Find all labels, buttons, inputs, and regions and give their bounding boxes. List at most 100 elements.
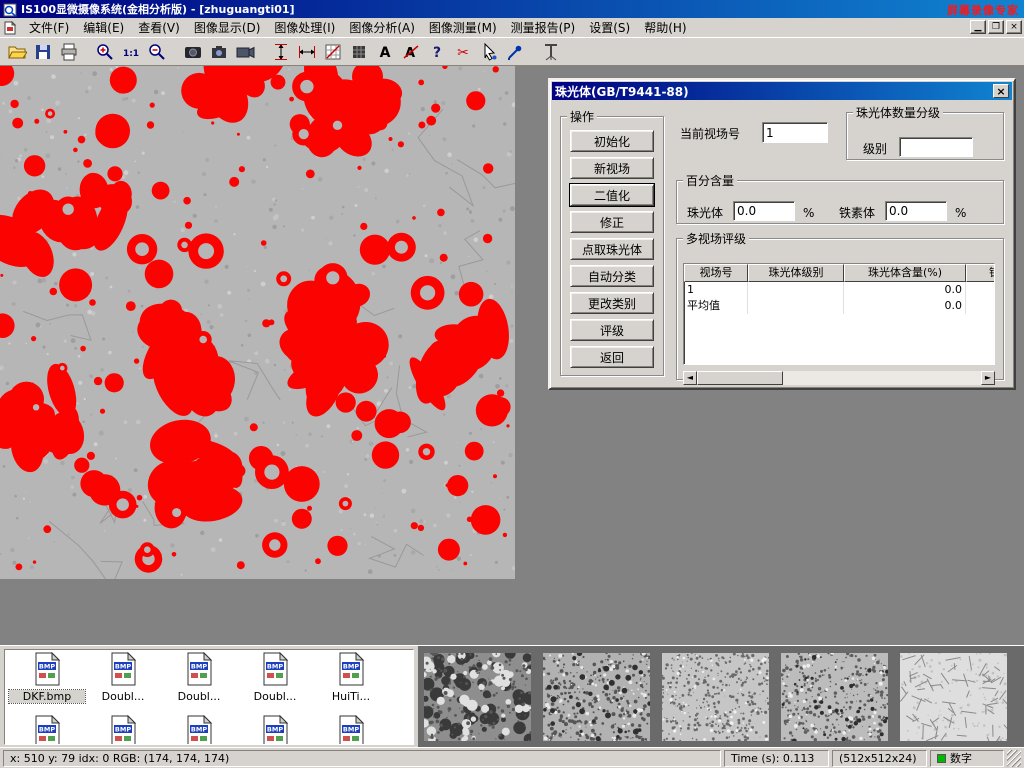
dialog-button-new-field[interactable]: 新视场 (570, 157, 654, 179)
camera-icon (235, 42, 255, 62)
dialog-button-change-class[interactable]: 更改类别 (570, 292, 654, 314)
menu-settings[interactable]: 设置(S) (582, 17, 637, 38)
pearlite-percent-input[interactable] (733, 201, 795, 221)
grade-label: 级别 (863, 139, 887, 159)
toolbar-camera-button[interactable] (232, 40, 257, 64)
menu-image-analysis[interactable]: 图像分析(A) (342, 17, 422, 38)
table-cell: 0.0 (844, 298, 966, 314)
grade-input[interactable] (899, 137, 973, 157)
toolbar-print-button[interactable] (56, 40, 81, 64)
svg-text:BMP: BMP (343, 726, 359, 734)
table-horizontal-scrollbar[interactable]: ◄ ► (683, 371, 995, 385)
menu-measure-report[interactable]: 测量报告(P) (504, 17, 583, 38)
table-header-2[interactable]: 珠光体含量(%) (844, 264, 966, 282)
file-item-partial[interactable]: BMP (9, 715, 85, 745)
cut-icon: ✂ (453, 42, 473, 62)
grid-small-icon (349, 42, 369, 62)
dialog-button-grade[interactable]: 评级 (570, 319, 654, 341)
scroll-right-button[interactable]: ► (981, 371, 995, 385)
svg-text:A: A (379, 45, 390, 61)
file-item-doubl-1[interactable]: BMP Doubl... (85, 652, 161, 703)
toolbar-zoom-in-button[interactable] (92, 40, 117, 64)
file-item-partial[interactable]: BMP (237, 715, 313, 745)
toolbar-text-annotate-button[interactable]: A (372, 40, 397, 64)
mdi-document-icon[interactable] (2, 21, 18, 35)
toolbar-open-button[interactable] (4, 40, 29, 64)
thumbnail-3[interactable] (662, 653, 769, 741)
table-header-0[interactable]: 视场号 (684, 264, 748, 282)
scroll-left-button[interactable]: ◄ (683, 371, 697, 385)
menu-file[interactable]: 文件(F) (22, 17, 76, 38)
dialog-button-binarize[interactable]: 二值化 (570, 184, 654, 206)
toolbar-save-button[interactable] (30, 40, 55, 64)
thumbnail-4[interactable] (781, 653, 888, 741)
mdi-restore-button[interactable]: ❐ (988, 20, 1004, 34)
toolbar-actual-size-button[interactable]: 1:1 (118, 40, 143, 64)
toolbar-color-picker-button[interactable] (502, 40, 527, 64)
dialog-close-button[interactable]: × (993, 84, 1009, 98)
snapshot-icon (209, 42, 229, 62)
toolbar-cut-button[interactable]: ✂ (450, 40, 475, 64)
pearlite-dialog: 珠光体(GB/T9441-88) × 操作 初始化新视场二值化修正点取珠光体自动… (548, 78, 1016, 390)
menu-image-process[interactable]: 图像处理(I) (267, 17, 342, 38)
thumbnail-1[interactable] (424, 653, 531, 741)
percent-group-label: 百分含量 (683, 172, 737, 189)
toolbar-measure-horizontal-button[interactable] (294, 40, 319, 64)
dialog-button-return[interactable]: 返回 (570, 346, 654, 368)
dialog-button-pick-pearlite[interactable]: 点取珠光体 (570, 238, 654, 260)
menu-help[interactable]: 帮助(H) (637, 17, 693, 38)
menu-image-measure[interactable]: 图像测量(M) (422, 17, 504, 38)
toolbar-zoom-out-button[interactable] (144, 40, 169, 64)
file-list[interactable]: BMP DKF.bmp BMP Doubl... BMP Doubl... BM… (4, 649, 414, 745)
color-picker-icon (505, 42, 525, 62)
table-row[interactable]: 10.0 (684, 282, 994, 298)
toolbar-measure-vertical-button[interactable] (268, 40, 293, 64)
dialog-button-auto-classify[interactable]: 自动分类 (570, 265, 654, 287)
file-item-huiti[interactable]: BMP HuiTi... (313, 652, 389, 703)
current-field-input[interactable] (762, 122, 828, 143)
scrollbar-thumb[interactable] (697, 371, 783, 385)
ferrite-percent-input[interactable] (885, 201, 947, 221)
pearlite-percent-sign: % (803, 203, 814, 223)
workspace: 珠光体(GB/T9441-88) × 操作 初始化新视场二值化修正点取珠光体自动… (0, 66, 1024, 645)
toolbar-help-button[interactable]: ? (424, 40, 449, 64)
thumbnail-5[interactable] (900, 653, 1007, 741)
toolbar-separator (258, 40, 267, 64)
table-body: 10.0平均值0.0 (684, 282, 994, 314)
menu-image-display[interactable]: 图像显示(D) (187, 17, 268, 38)
toolbar-font-edit-button[interactable]: A (398, 40, 423, 64)
toolbar-capture-button[interactable] (180, 40, 205, 64)
mdi-close-button[interactable]: × (1006, 20, 1022, 34)
menu-view[interactable]: 查看(V) (131, 17, 187, 38)
toolbar-pointer-button[interactable] (476, 40, 501, 64)
table-cell (966, 298, 995, 314)
toolbar-measure-grid-button[interactable] (320, 40, 345, 64)
file-item-doubl-2[interactable]: BMP Doubl... (161, 652, 237, 703)
dialog-button-init[interactable]: 初始化 (570, 130, 654, 152)
dialog-title: 珠光体(GB/T9441-88) (555, 83, 993, 100)
file-item-dkf[interactable]: BMP DKF.bmp (9, 652, 85, 703)
menu-edit[interactable]: 编辑(E) (76, 17, 131, 38)
dialog-title-bar[interactable]: 珠光体(GB/T9441-88) × (552, 82, 1012, 100)
toolbar-stand-button[interactable] (538, 40, 563, 64)
resize-grip[interactable] (1007, 750, 1021, 767)
grading-group-label: 珠光体数量分级 (853, 104, 943, 121)
svg-text:BMP: BMP (115, 726, 131, 734)
file-item-partial[interactable]: BMP (85, 715, 161, 745)
table-header-1[interactable]: 珠光体级别 (748, 264, 844, 282)
app-icon (3, 2, 17, 16)
scrollbar-track[interactable] (783, 371, 981, 385)
dialog-button-correct[interactable]: 修正 (570, 211, 654, 233)
multi-field-table[interactable]: 视场号珠光体级别珠光体含量(%)铁素体含量(%) 10.0平均值0.0 (683, 263, 995, 365)
table-row[interactable]: 平均值0.0 (684, 298, 994, 314)
op-buttons: 初始化新视场二值化修正点取珠光体自动分类更改类别评级返回 (561, 130, 663, 368)
thumbnail-2[interactable] (543, 653, 650, 741)
mdi-minimize-button[interactable]: ▁ (970, 20, 986, 34)
file-item-doubl-3[interactable]: BMP Doubl... (237, 652, 313, 703)
metallographic-image[interactable] (0, 66, 515, 579)
table-header-3[interactable]: 铁素体含量(%) (966, 264, 995, 282)
file-item-partial[interactable]: BMP (313, 715, 389, 745)
toolbar-grid-small-button[interactable] (346, 40, 371, 64)
toolbar-snapshot-button[interactable] (206, 40, 231, 64)
file-item-partial[interactable]: BMP (161, 715, 237, 745)
